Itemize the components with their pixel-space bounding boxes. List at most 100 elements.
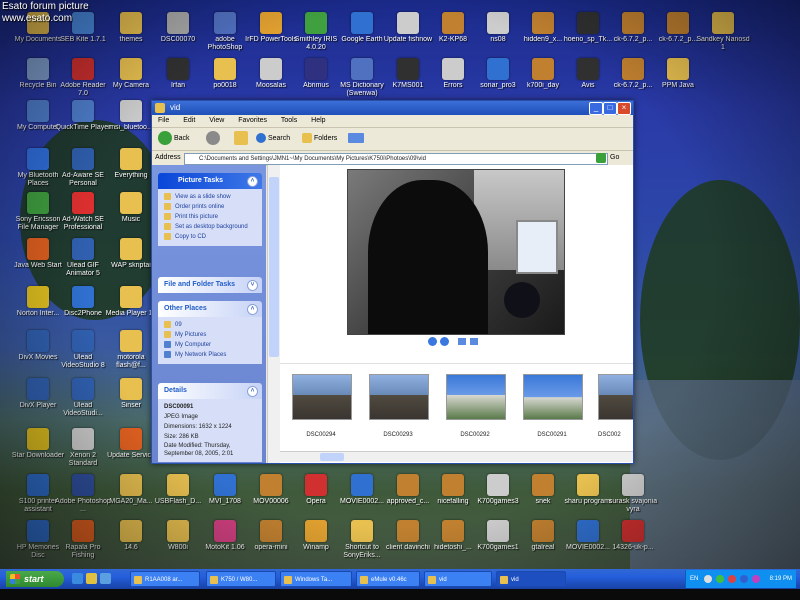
preview-silhouette [368,180,488,334]
network-icon[interactable] [716,575,724,583]
shortcut-icon [487,520,509,542]
thumbnail-item[interactable]: DSC00293 [369,374,429,438]
antivirus-icon[interactable] [728,575,736,583]
search-button[interactable]: Search [256,131,290,147]
start-button[interactable]: start [6,571,64,587]
taskbar-button[interactable]: vid [424,571,492,587]
place-label: My Pictures [175,332,207,338]
shortcut-icon [442,58,464,80]
thumbnail-item[interactable]: DSC00291 [523,374,583,438]
thumbnail-item[interactable]: DSC00292 [446,374,506,438]
address-label: Address [155,154,181,161]
menu-view[interactable]: View [209,117,224,124]
chevron-down-icon[interactable]: ˅ [247,280,258,291]
network-places-icon [164,350,171,358]
address-bar: Address C:\Documents and Settings\JMN1~\… [152,151,633,166]
other-places-title: Other Places [164,305,207,312]
task-set-desktop[interactable]: Set as desktop background [164,222,258,232]
desktop-icon[interactable]: PPM Java [650,58,706,90]
file-folder-tasks-panel: File and Folder Tasks ˅ [158,277,262,293]
task-copy-cd[interactable]: Copy to CD [164,232,258,242]
minimize-button[interactable]: _ [589,102,603,115]
other-places-panel: Other Places ˄ 09 My Pictures My Compute… [158,301,262,364]
menu-file[interactable]: File [158,117,169,124]
address-input[interactable]: C:\Documents and Settings\JMN1~\My Docum… [184,153,608,165]
menu-favorites[interactable]: Favorites [238,117,267,124]
desktop-icon[interactable]: 14326-uk-p... [605,520,661,552]
thumbnail-image [523,374,583,420]
internet-explorer-icon[interactable] [72,573,83,584]
clock[interactable]: 8:19 PM [770,570,792,588]
preview-person [504,282,540,318]
menu-edit[interactable]: Edit [183,117,195,124]
window-titlebar[interactable]: vid _ □ × [152,101,633,115]
filmstrip-view: DSC00294 DSC00293 DSC00292 DSC00291 DSC0… [280,165,633,463]
place-09[interactable]: 09 [164,320,258,330]
place-my-network[interactable]: My Network Places [164,350,258,360]
bluetooth-icon[interactable] [740,575,748,583]
task-slideshow[interactable]: View as a slide show [164,192,258,202]
thumbnail-image [369,374,429,420]
shortcut-icon [351,474,373,496]
thumbnail-item[interactable]: DSC002 [598,374,633,438]
task-order-prints[interactable]: Order prints online [164,202,258,212]
media-player-icon[interactable] [86,573,97,584]
back-button[interactable]: Back [158,131,190,147]
shortcut-icon [622,520,644,542]
views-button[interactable] [348,131,364,147]
shortcut-icon [120,12,142,34]
folders-button[interactable]: Folders [302,131,337,147]
chevron-up-icon[interactable]: ˄ [247,176,258,187]
task-label: Print this picture [175,214,219,220]
picture-tasks-header[interactable]: Picture Tasks ˄ [158,173,262,189]
taskbar-button[interactable]: vid [496,571,566,587]
taskbar-button[interactable]: eMule v0.46c [356,571,420,587]
taskbar: start R1AA008 ar... K750 / W80... Windows … [0,569,800,589]
shortcut-icon [622,474,644,496]
back-label: Back [173,135,190,142]
other-places-header[interactable]: Other Places ˄ [158,301,262,317]
shortcut-icon [27,58,49,80]
maximize-button[interactable]: □ [603,102,617,115]
language-indicator[interactable]: EN [690,570,698,588]
file-folder-tasks-header[interactable]: File and Folder Tasks ˅ [158,277,262,293]
place-my-computer[interactable]: My Computer [164,340,258,350]
task-pane-scrollbar[interactable] [267,165,280,463]
rotate-clockwise-icon[interactable] [458,338,466,345]
go-arrow-icon[interactable] [596,153,606,163]
desktop-icon[interactable]: surask svajonia vyra [605,474,661,514]
thumbnail-item[interactable]: DSC00294 [292,374,352,438]
up-folder-button[interactable] [234,131,248,147]
previous-image-icon[interactable] [428,337,437,346]
taskbar-button[interactable]: K750 / W80... [206,571,276,587]
shortcut-icon [27,100,49,122]
window-icon [428,576,436,584]
shortcut-icon [120,378,142,400]
thumbnail-scrollbar[interactable] [280,451,633,462]
chevron-up-icon[interactable]: ˄ [247,386,258,397]
chevron-up-icon[interactable]: ˄ [247,304,258,315]
picture-tasks-list: View as a slide show Order prints online… [158,189,262,247]
menu-help[interactable]: Help [311,117,325,124]
taskbar-button[interactable]: Windows Ta... [280,571,352,587]
details-modified: Date Modified: Thursday, September 08, 2… [164,443,234,457]
task-print[interactable]: Print this picture [164,212,258,222]
show-desktop-icon[interactable] [100,573,111,584]
close-button[interactable]: × [617,102,631,115]
place-my-pictures[interactable]: My Pictures [164,330,258,340]
scrollbar-thumb[interactable] [320,453,344,461]
go-button[interactable]: Go [610,151,619,165]
volume-icon[interactable] [704,575,712,583]
desktop-icon[interactable]: Sandkey Nanosd 1 [695,12,751,52]
scrollbar-thumb[interactable] [269,177,279,357]
taskbar-button[interactable]: R1AA008 ar... [130,571,200,587]
menu-tools[interactable]: Tools [281,117,297,124]
tray-app-icon[interactable] [752,575,760,583]
details-header[interactable]: Details ˄ [158,383,262,399]
taskbar-button-label: vid [511,577,519,583]
forward-button[interactable] [206,131,220,147]
next-image-icon[interactable] [440,337,449,346]
rotate-counterclockwise-icon[interactable] [470,338,478,345]
explorer-window[interactable]: vid _ □ × File Edit View Favorites Tools… [151,100,634,464]
details-dimensions: Dimensions: 1632 x 1224 [164,424,232,430]
